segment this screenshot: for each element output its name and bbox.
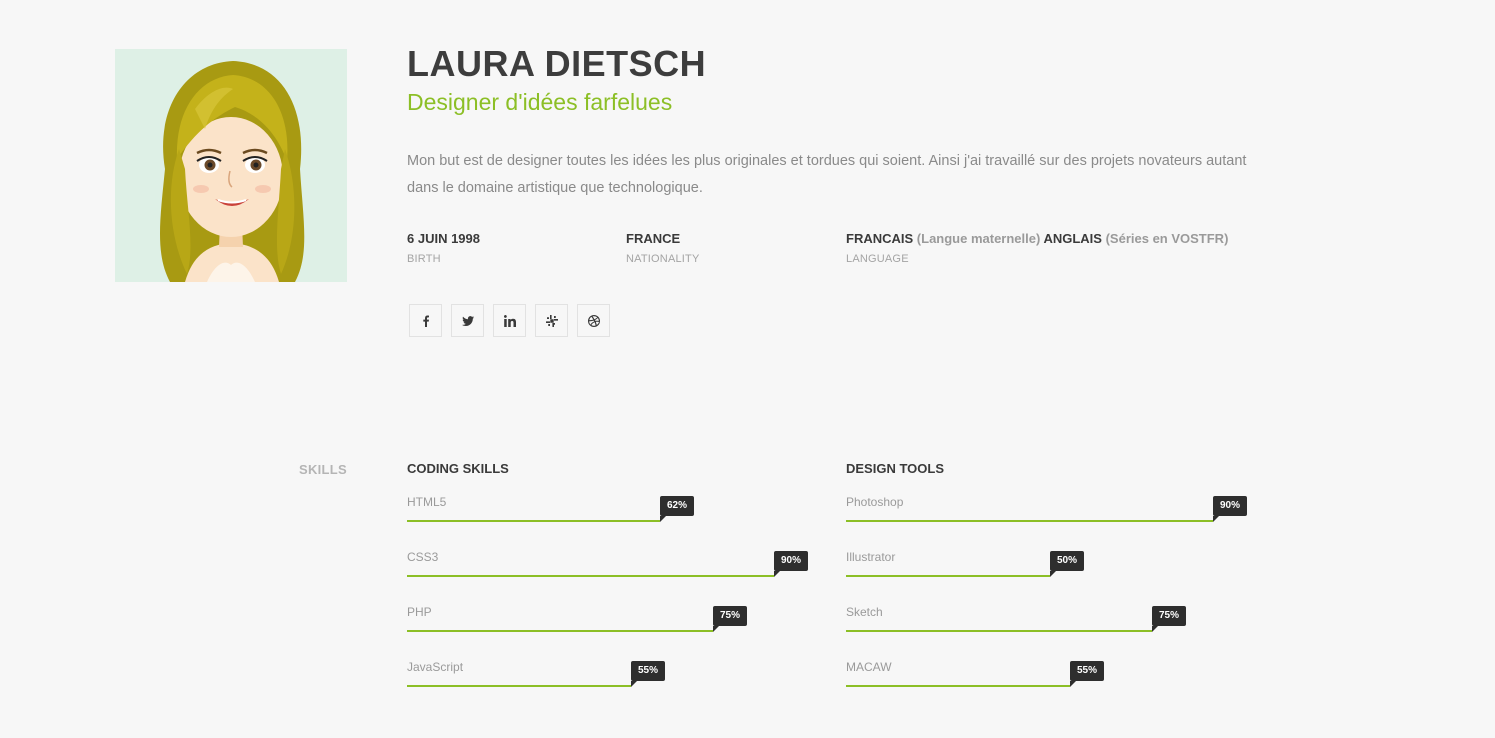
skill-row: HTML5 62%: [407, 477, 809, 532]
language-2-note: (Séries en VOSTFR): [1105, 231, 1229, 246]
skill-bar-track: 55%: [407, 661, 809, 687]
skill-bar-track: 50%: [846, 551, 1248, 577]
skill-percent-tooltip: 55%: [1070, 661, 1105, 687]
skill-percent-tooltip: 75%: [1152, 606, 1187, 632]
info-language: FRANCAIS (Langue maternelle) ANGLAIS (Sé…: [846, 231, 1228, 266]
slack-button[interactable]: [535, 304, 568, 337]
skill-bar-track: 90%: [407, 551, 809, 577]
facebook-icon: [422, 315, 429, 327]
skill-percent-tooltip: 62%: [660, 496, 695, 522]
language-value: FRANCAIS (Langue maternelle) ANGLAIS (Sé…: [846, 231, 1228, 247]
design-tools-column: DESIGN TOOLS Photoshop 90% Illustrator 5…: [846, 461, 1248, 697]
birth-value: 6 JUIN 1998: [407, 231, 480, 246]
skill-bar-track: 75%: [846, 606, 1248, 632]
language-label: LANGUAGE: [846, 253, 909, 265]
skills-section-label: SKILLS: [298, 462, 347, 477]
skill-percent-tooltip: 50%: [1050, 551, 1085, 577]
language-2: ANGLAIS: [1043, 231, 1102, 246]
twitter-icon: [461, 315, 474, 326]
skill-name: HTML5: [407, 495, 447, 509]
skill-row: Sketch 75%: [846, 587, 1248, 642]
skill-name: Illustrator: [846, 550, 896, 564]
twitter-button[interactable]: [451, 304, 484, 337]
skill-bar-track: 55%: [846, 661, 1248, 687]
skill-bar-track: 90%: [846, 496, 1248, 522]
avatar-illustration: [115, 49, 347, 282]
skill-percent-tooltip: 75%: [713, 606, 748, 632]
nationality-value: FRANCE: [626, 231, 681, 246]
nationality-label: NATIONALITY: [626, 253, 700, 265]
dribbble-icon: [587, 314, 600, 327]
skill-bar-fill: [407, 630, 713, 632]
skill-bar-fill: [846, 575, 1050, 577]
language-1: FRANCAIS: [846, 231, 914, 246]
profile-role: Designer d'idées farfelues: [407, 89, 673, 115]
design-tools-title: DESIGN TOOLS: [846, 461, 944, 476]
skill-row: Illustrator 50%: [846, 532, 1248, 587]
skill-name: JavaScript: [407, 660, 464, 674]
skill-bar-fill: [846, 630, 1152, 632]
birth-label: BIRTH: [407, 253, 441, 265]
slack-icon: [545, 314, 558, 327]
avatar: [115, 49, 347, 282]
skill-row: JavaScript 55%: [407, 642, 809, 697]
info-nationality: FRANCE NATIONALITY: [626, 231, 700, 266]
coding-skills-title: CODING SKILLS: [407, 461, 509, 476]
linkedin-button[interactable]: [493, 304, 526, 337]
skill-bar-fill: [407, 520, 660, 522]
skill-bar-fill: [846, 520, 1213, 522]
skill-name: Photoshop: [846, 495, 904, 509]
resume-page: LAURA DIETSCH Designer d'idées farfelues…: [0, 0, 1495, 738]
dribbble-button[interactable]: [577, 304, 610, 337]
language-1-note: (Langue maternelle): [916, 231, 1041, 246]
skill-bar-fill: [846, 685, 1070, 687]
skill-name: Sketch: [846, 605, 883, 619]
skill-name: MACAW: [846, 660, 892, 674]
linkedin-icon: [503, 314, 516, 327]
facebook-button[interactable]: [409, 304, 442, 337]
skill-percent-tooltip: 90%: [774, 551, 809, 577]
coding-skills-column: CODING SKILLS HTML5 62% CSS3 90% PHP 75%…: [407, 461, 809, 697]
social-links: [409, 304, 610, 337]
skill-bar-fill: [407, 575, 774, 577]
skill-name: CSS3: [407, 550, 439, 564]
skill-row: CSS3 90%: [407, 532, 809, 587]
skill-bar-track: 62%: [407, 496, 809, 522]
skill-name: PHP: [407, 605, 432, 619]
skill-row: PHP 75%: [407, 587, 809, 642]
skill-bar-track: 75%: [407, 606, 809, 632]
info-birth: 6 JUIN 1998 BIRTH: [407, 231, 480, 266]
skill-percent-tooltip: 90%: [1213, 496, 1248, 522]
skill-percent-tooltip: 55%: [631, 661, 666, 687]
skill-row: Photoshop 90%: [846, 477, 1248, 532]
skill-row: MACAW 55%: [846, 642, 1248, 697]
profile-name: LAURA DIETSCH: [407, 43, 707, 84]
profile-bio: Mon but est de designer toutes les idées…: [407, 153, 1247, 196]
skill-bar-fill: [407, 685, 631, 687]
